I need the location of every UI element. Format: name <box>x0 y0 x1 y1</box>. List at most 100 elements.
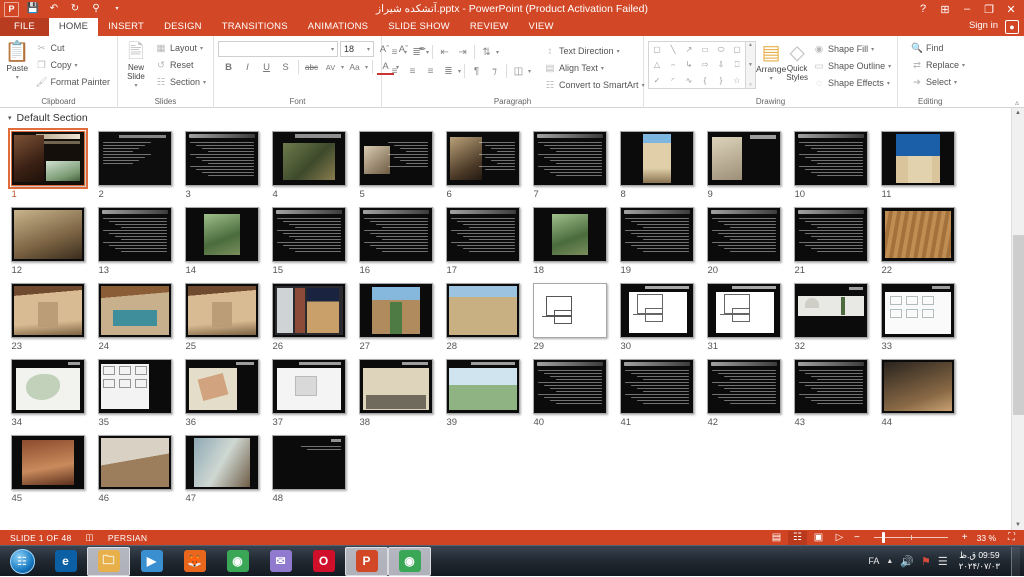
cut-button[interactable]: ✂ Cut <box>32 40 113 56</box>
slide-thumbnail-24[interactable]: 24 <box>91 280 178 353</box>
slideshow-view-button[interactable]: ▷ <box>830 531 849 545</box>
slide-thumbnail-48[interactable]: 48 <box>265 432 352 505</box>
quick-styles-button[interactable]: ◇ Quick Styles <box>786 41 808 82</box>
scrollbar-thumb[interactable] <box>1013 235 1024 415</box>
slide-thumbnail-13[interactable]: 13 <box>91 204 178 277</box>
scroll-up-icon[interactable]: ▲ <box>1015 110 1021 116</box>
restore-button[interactable]: ❐ <box>978 0 1000 18</box>
gallery-scroll-up-icon[interactable]: ▲ <box>748 42 753 48</box>
reset-button[interactable]: ↺ Reset <box>152 57 209 73</box>
flag-icon[interactable]: ⚑ <box>921 555 931 568</box>
shape-flowchart-icon[interactable]: ⎕ <box>735 60 740 70</box>
ltr-direction-icon[interactable]: ⁊ <box>486 63 503 79</box>
customize-qat-icon[interactable]: ▾ <box>110 2 124 16</box>
file-explorer-icon[interactable]: 🗀 <box>87 547 130 576</box>
slide-counter[interactable]: SLIDE 1 OF 48 <box>3 533 79 543</box>
shape-arrow-icon[interactable]: ↗ <box>686 45 693 54</box>
slide-thumbnail-image[interactable] <box>620 359 694 414</box>
shape-fill-button[interactable]: ◉ Shape Fill ▾ <box>810 41 894 57</box>
select-caret[interactable]: ▾ <box>954 79 957 86</box>
align-text-caret[interactable]: ▾ <box>601 65 604 72</box>
tab-view[interactable]: VIEW <box>519 18 564 36</box>
character-spacing-button[interactable]: AV <box>322 59 339 75</box>
slide-thumbnail-image[interactable] <box>533 283 607 338</box>
character-spacing-caret[interactable]: ▾ <box>341 64 344 71</box>
slide-thumbnail-image[interactable] <box>98 359 172 414</box>
strikethrough-button[interactable]: abc <box>303 59 320 75</box>
slide-thumbnail-image[interactable] <box>620 207 694 262</box>
gallery-scroll-down-icon[interactable]: ▼ <box>748 62 753 68</box>
zoom-in-button[interactable]: + <box>959 532 971 543</box>
zoom-slider-handle[interactable] <box>882 532 885 543</box>
slide-thumbnail-image[interactable] <box>794 131 868 186</box>
slide-thumbnail-14[interactable]: 14 <box>178 204 265 277</box>
slide-thumbnail-image[interactable] <box>11 359 85 414</box>
italic-button[interactable]: I <box>239 59 256 75</box>
slide-thumbnail-image[interactable] <box>185 359 259 414</box>
slide-thumbnail-25[interactable]: 25 <box>178 280 265 353</box>
increase-indent-icon[interactable]: ⇥ <box>454 44 471 60</box>
slide-thumbnail-6[interactable]: 6 <box>439 128 526 201</box>
line-spacing-icon[interactable]: ⇅ <box>478 44 495 60</box>
slide-thumbnail-image[interactable] <box>794 207 868 262</box>
slide-thumbnail-27[interactable]: 27 <box>352 280 439 353</box>
slide-thumbnail-18[interactable]: 18 <box>526 204 613 277</box>
shape-fill-caret[interactable]: ▾ <box>871 46 874 53</box>
shape-rounded-rect-icon[interactable]: ▢ <box>733 45 741 54</box>
slide-thumbnail-image[interactable] <box>359 359 433 414</box>
slide-thumbnail-41[interactable]: 41 <box>613 356 700 429</box>
shapes-gallery[interactable]: ▢ ╲ ↗ ▭ ⬭ ▢ △ ⌢ ↳ ⇨ ⇩ ⎕ ✓ ◜ ∿ { } <box>648 41 746 89</box>
slide-thumbnail-image[interactable] <box>707 131 781 186</box>
clock[interactable]: 09:59 ق.ظ ۲۰۲۴/۰۷/۰۳ <box>955 550 1004 572</box>
text-shadow-button[interactable]: S <box>277 59 294 75</box>
arrange-button[interactable]: ▤ Arrange ▾ <box>756 41 786 82</box>
slide-thumbnail-grid[interactable]: 123 45678 910 111213141516171819202122 2… <box>0 128 1024 508</box>
slide-thumbnail-42[interactable]: 42 <box>700 356 787 429</box>
section-caret[interactable]: ▾ <box>203 79 206 86</box>
slide-thumbnail-3[interactable]: 3 <box>178 128 265 201</box>
copy-dropdown-caret[interactable]: ▾ <box>74 62 77 69</box>
close-button[interactable]: ✕ <box>1000 0 1022 18</box>
help-button[interactable]: ? <box>912 0 934 18</box>
notes-icon[interactable]: ◫ <box>79 532 101 543</box>
find-button[interactable]: 🔍 Find <box>908 40 968 56</box>
slide-thumbnail-7[interactable]: 7 <box>526 128 613 201</box>
shape-rectangle-icon[interactable]: ▭ <box>701 45 709 54</box>
shape-oval-icon[interactable]: ⬭ <box>718 45 725 55</box>
slide-thumbnail-image[interactable] <box>98 131 172 186</box>
powerpoint-icon[interactable]: P <box>4 2 19 17</box>
slide-thumbnail-32[interactable]: 32 <box>787 280 874 353</box>
text-direction-button[interactable]: ↕ Text Direction ▾ <box>541 43 648 59</box>
slide-thumbnail-23[interactable]: 23 <box>4 280 91 353</box>
slide-thumbnail-image[interactable] <box>185 283 259 338</box>
replace-caret[interactable]: ▾ <box>962 62 965 69</box>
slide-thumbnail-image[interactable] <box>707 207 781 262</box>
paste-button[interactable]: 📋 Paste ▾ <box>4 40 30 81</box>
slide-thumbnail-image[interactable] <box>272 207 346 262</box>
slide-thumbnail-image[interactable] <box>533 207 607 262</box>
change-case-button[interactable]: Aa <box>346 59 363 75</box>
slide-thumbnail-image[interactable] <box>359 207 433 262</box>
underline-button[interactable]: U <box>258 59 275 75</box>
slide-thumbnail-image[interactable] <box>272 359 346 414</box>
slide-thumbnail-image[interactable] <box>446 283 520 338</box>
gallery-more-icon[interactable]: ▿ <box>749 82 752 88</box>
slide-thumbnail-36[interactable]: 36 <box>178 356 265 429</box>
slide-thumbnail-22[interactable]: 22 <box>874 204 961 277</box>
shape-right-arrow-icon[interactable]: ⇨ <box>702 60 709 69</box>
slide-thumbnail-image[interactable] <box>446 131 520 186</box>
slide-thumbnail-image[interactable] <box>272 283 346 338</box>
slide-thumbnail-4[interactable]: 4 <box>265 128 352 201</box>
start-button[interactable]: ☷ <box>0 546 44 577</box>
tab-slide-show[interactable]: SLIDE SHOW <box>378 18 460 36</box>
bold-button[interactable]: B <box>220 59 237 75</box>
undo-icon[interactable]: ↶ <box>47 2 61 16</box>
slide-thumbnail-19[interactable]: 19 <box>613 204 700 277</box>
align-text-button[interactable]: ▤ Align Text ▾ <box>541 60 648 76</box>
slide-thumbnail-12[interactable]: 12 <box>4 204 91 277</box>
shape-down-arrow-icon[interactable]: ⇩ <box>718 60 725 69</box>
align-left-icon[interactable]: ≡ <box>386 63 403 79</box>
collapse-ribbon-icon[interactable]: ▵ <box>1015 98 1019 107</box>
shape-star-icon[interactable]: ☆ <box>733 76 740 85</box>
text-direction-caret[interactable]: ▾ <box>617 48 620 55</box>
